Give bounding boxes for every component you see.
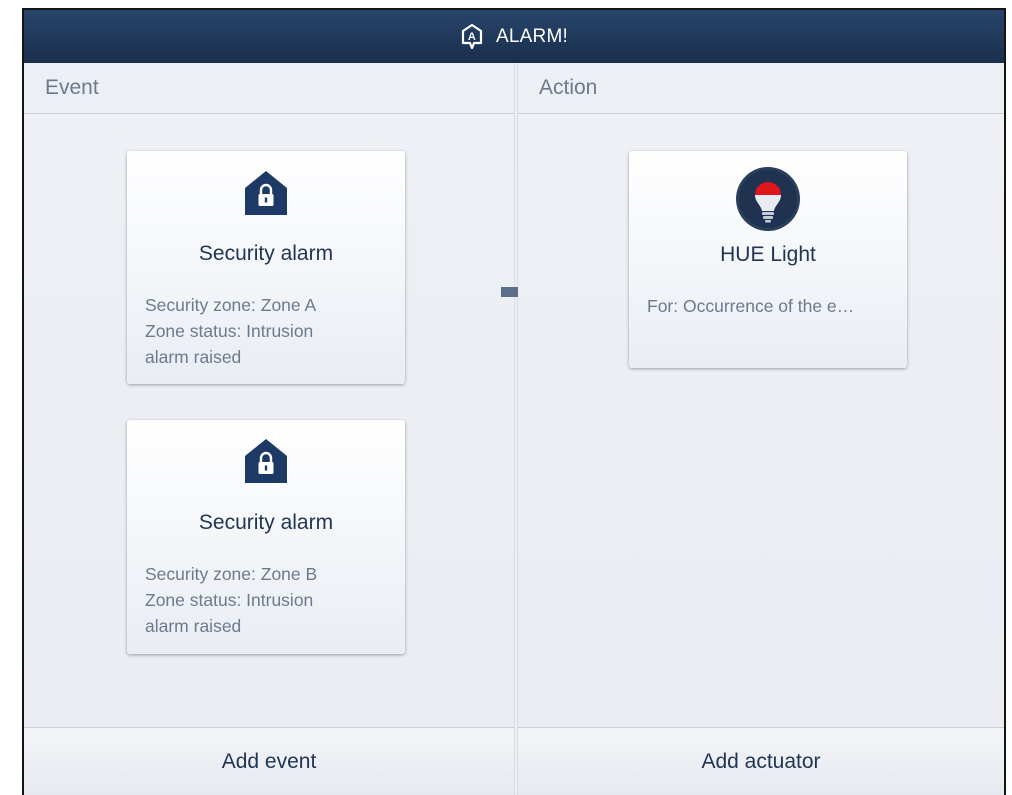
event-card-detail-line: Security zone: Zone B xyxy=(145,564,318,584)
event-card-detail-line: alarm raised xyxy=(145,347,242,367)
action-card[interactable]: HUE Light For: Occurrence of the e… xyxy=(629,151,907,368)
event-card[interactable]: Security alarm Security zone: Zone A Zon… xyxy=(127,151,405,384)
light-bulb-icon xyxy=(735,166,801,237)
action-column-header: Action xyxy=(518,63,1004,114)
event-column-header: Event xyxy=(24,63,514,114)
event-column: Event Security alarm Security zone: Zone… xyxy=(24,63,514,795)
title-bar: A ALARM! xyxy=(24,10,1004,63)
action-card-detail-line: For: Occurrence of the e… xyxy=(647,296,855,316)
action-card-title: HUE Light xyxy=(720,243,816,266)
svg-text:A: A xyxy=(468,31,476,43)
event-card-detail-line: Security zone: Zone A xyxy=(145,295,317,315)
house-lock-icon xyxy=(243,169,289,222)
action-column: Action HUE Light For: Occurrence of the … xyxy=(518,63,1004,795)
add-event-button[interactable]: Add event xyxy=(24,727,514,795)
action-card-details: For: Occurrence of the e… xyxy=(647,293,854,319)
event-card-detail-line: alarm raised xyxy=(145,616,242,636)
event-card-detail-line: Zone status: Intrusion xyxy=(145,590,314,610)
event-card[interactable]: Security alarm Security zone: Zone B Zon… xyxy=(127,420,405,654)
event-card-details: Security zone: Zone B Zone status: Intru… xyxy=(145,561,317,639)
add-actuator-button[interactable]: Add actuator xyxy=(518,727,1004,795)
alarm-badge-icon: A xyxy=(460,23,484,51)
event-card-details: Security zone: Zone A Zone status: Intru… xyxy=(145,292,316,370)
event-card-title: Security alarm xyxy=(198,242,334,265)
house-lock-icon xyxy=(243,437,289,490)
app-window: A ALARM! Event Security alarm Security z… xyxy=(22,8,1006,795)
event-card-detail-line: Zone status: Intrusion xyxy=(145,321,314,341)
event-card-title: Security alarm xyxy=(198,511,334,534)
window-title: ALARM! xyxy=(496,25,568,47)
